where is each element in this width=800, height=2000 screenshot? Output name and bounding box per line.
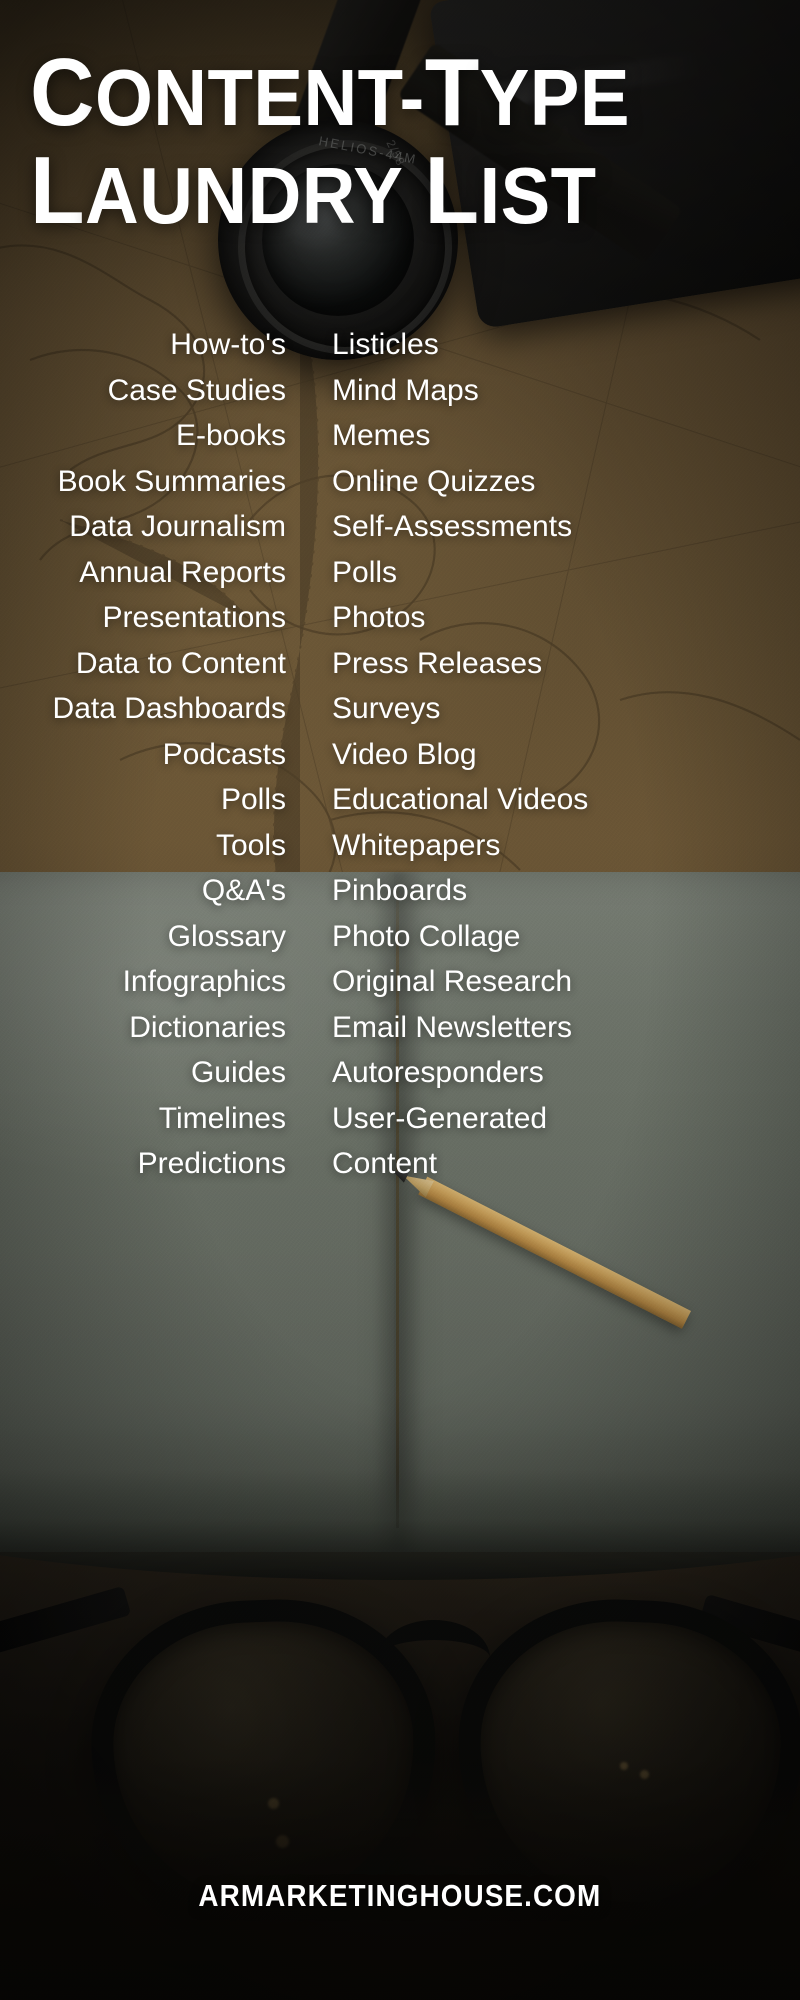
column-gap [300,322,332,368]
list-item-left: Data Journalism [69,510,286,543]
page-title: CONTENT-TYPE LAUNDRY LIST [30,39,770,245]
list-item-right: Photos [332,601,426,634]
column-gap [300,1141,332,1187]
list-item-right: Whitepapers [332,828,501,862]
poster-content: CONTENT-TYPE LAUNDRY LIST How-to's Listic… [0,0,800,2000]
list-item-left: Dictionaries [129,1010,286,1044]
title-line-1: CONTENT-TYPE [30,39,630,146]
column-gap [300,459,332,505]
list-item-right: Mind Maps [332,373,479,407]
list-item-right: Autoresponders [332,1056,544,1089]
column-gap [300,504,332,550]
column-gap [300,777,332,823]
list-item-right: Content [332,1147,438,1180]
column-gap [300,823,332,869]
list-item-right: Photo Collage [332,919,521,953]
list-item-right: Video Blog [332,737,477,771]
list-item-left: Guides [190,1056,286,1089]
list-item-left: Q&A's [201,874,286,907]
column-gap [300,686,332,732]
list-item-left: Data to Content [75,646,286,680]
list-item-left: Polls [220,783,286,816]
list-item-left: E-books [175,419,286,452]
column-gap [300,595,332,641]
list-item-left: How-to's [170,328,286,361]
infographic-poster: HELIOS-44M 2/58 CONTENT-TYPE LAUNDRY LIS… [0,0,800,2000]
column-gap [300,959,332,1005]
list-item-left: Book Summaries [57,464,286,498]
column-gap [300,1050,332,1096]
list-item-right: Educational Videos [332,783,589,816]
list-item-left: Podcasts [162,737,286,771]
list-item-left: Glossary [167,919,286,953]
list-item-left: Predictions [137,1147,286,1180]
footer: ARMARKETINGHOUSE.COM [0,1878,800,1914]
column-gap [300,1005,332,1051]
list-item-right: Memes [332,419,431,452]
title-line-2: LAUNDRY LIST [30,137,597,245]
list-item-right: Self-Assessments [332,510,573,543]
column-gap [300,641,332,687]
list-item-right: Pinboards [332,874,468,907]
column-gap [300,914,332,960]
list-item-left: Tools [215,828,286,862]
list-item-right: Original Research [332,965,573,998]
list-item-right: Listicles [332,328,439,361]
column-gap [300,868,332,914]
list-item-right: Email Newsletters [332,1010,573,1044]
list-item-right: User-Generated [332,1101,548,1135]
column-gap [300,550,332,596]
list-item-left: Infographics [122,965,286,998]
column-gap [300,732,332,778]
list-item-left: Timelines [158,1101,286,1135]
list-item-left: Case Studies [107,373,286,407]
column-gap [300,413,332,459]
list-item-right: Press Releases [332,646,543,680]
footer-website-label: ARMARKETINGHOUSE.COM [198,1878,602,1913]
list-item-left: Annual Reports [79,555,286,589]
column-gap [300,1096,332,1142]
list-item-right: Polls [332,555,398,589]
list-item-left: Data Dashboards [52,692,286,725]
column-gap [300,368,332,414]
list-item-right: Surveys [332,692,441,725]
content-type-list: How-to's Listicles Case Studies Mind Maps E-… [0,322,800,1187]
list-item-left: Presentations [102,601,286,634]
list-item-right: Online Quizzes [332,464,536,498]
